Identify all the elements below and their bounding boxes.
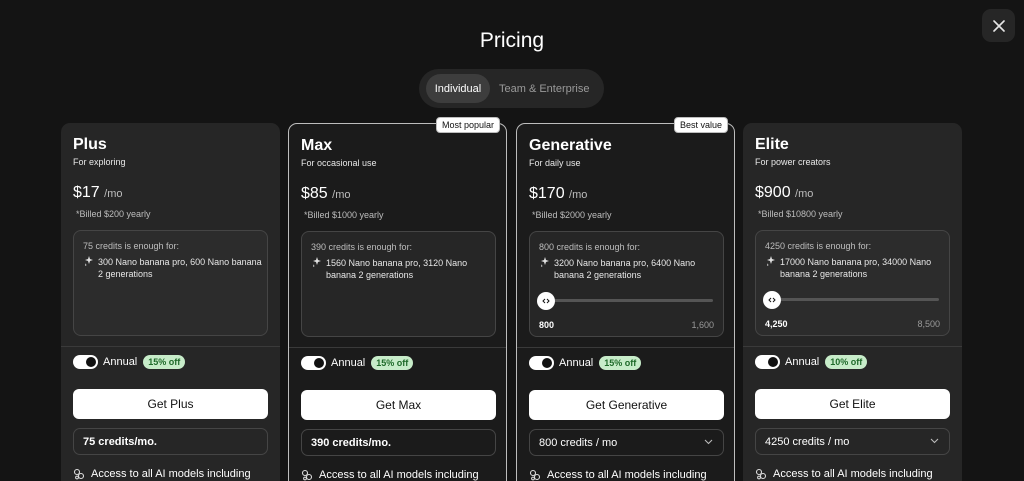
plan-name: Plus xyxy=(73,136,107,153)
models-icon xyxy=(529,469,541,481)
most-popular-badge: Most popular xyxy=(435,117,500,133)
drag-arrows-icon xyxy=(542,298,550,304)
sparkle-icon xyxy=(767,256,775,266)
credits-slider-track[interactable] xyxy=(773,298,939,301)
credits-text: 3200 Nano banana pro, 6400 Nano banana 2… xyxy=(554,258,696,280)
access-text: Access to all AI models including xyxy=(547,469,707,481)
annual-toggle[interactable] xyxy=(73,355,98,369)
discount-badge: 15% off xyxy=(599,356,642,370)
plan-name: Max xyxy=(301,137,333,154)
models-icon xyxy=(755,468,767,480)
billed-note: *Billed $1000 yearly xyxy=(304,210,384,220)
discount-badge: 10% off xyxy=(825,355,868,369)
plan-price: $17 /mo xyxy=(73,184,123,201)
models-icon xyxy=(73,468,85,480)
plan-card-plus: Plus For exploring $17 /mo *Billed $200 … xyxy=(61,123,280,481)
billed-note: *Billed $10800 yearly xyxy=(758,209,843,219)
annual-label: Annual xyxy=(331,357,366,369)
sparkle-icon xyxy=(85,256,93,266)
billed-note: *Billed $2000 yearly xyxy=(532,210,612,220)
annual-label: Annual xyxy=(103,356,138,368)
get-elite-button[interactable]: Get Elite xyxy=(755,389,950,419)
divider xyxy=(743,346,962,347)
credits-text: 1560 Nano banana pro, 3120 Nano banana 2… xyxy=(326,258,468,280)
annual-toggle[interactable] xyxy=(755,355,780,369)
credits-dropdown[interactable]: 800 credits / mo xyxy=(529,429,724,456)
get-max-button[interactable]: Get Max xyxy=(301,390,496,420)
divider xyxy=(61,346,280,347)
plan-subtitle: For occasional use xyxy=(301,158,377,168)
drag-arrows-icon xyxy=(768,297,776,303)
access-text: Access to all AI models including xyxy=(319,469,479,481)
annual-row: Annual 15% off xyxy=(529,355,642,371)
credits-title: 4250 credits is enough for: xyxy=(765,241,872,251)
access-row: Access to all AI models including xyxy=(529,469,707,481)
plan-name: Elite xyxy=(755,136,789,153)
plan-card-elite: Elite For power creators $900 /mo *Bille… xyxy=(743,123,962,481)
annual-row: Annual 15% off xyxy=(301,355,414,371)
access-row: Access to all AI models including xyxy=(301,469,479,481)
credits-dropdown-value: 4250 credits / mo xyxy=(765,435,850,448)
annual-toggle[interactable] xyxy=(301,356,326,370)
discount-badge: 15% off xyxy=(371,356,414,370)
plan-card-generative: Best value Generative For daily use $170… xyxy=(516,117,735,481)
annual-row: Annual 10% off xyxy=(755,354,868,370)
annual-toggle[interactable] xyxy=(529,356,554,370)
annual-row: Annual 15% off xyxy=(73,354,186,370)
credits-info-box: 390 credits is enough for: 1560 Nano ban… xyxy=(301,231,496,337)
credits-slider-handle[interactable] xyxy=(763,291,781,309)
access-text: Access to all AI models including xyxy=(773,468,933,480)
chevron-down-icon xyxy=(704,439,713,445)
models-icon xyxy=(301,469,313,481)
credits-info-box: 75 credits is enough for: 300 Nano banan… xyxy=(73,230,268,336)
page-title: Pricing xyxy=(479,29,545,52)
credits-text: 300 Nano banana pro, 600 Nano banana 2 g… xyxy=(98,257,262,279)
discount-badge: 15% off xyxy=(143,355,186,369)
slider-max: 1,600 xyxy=(691,320,714,330)
billed-note: *Billed $200 yearly xyxy=(76,209,151,219)
annual-label: Annual xyxy=(559,357,594,369)
plan-price: $85 /mo xyxy=(301,185,351,202)
credits-per-month: 390 credits/mo. xyxy=(301,429,496,456)
plan-type-toggle: Individual Team & Enterprise xyxy=(419,69,604,108)
credits-title: 800 credits is enough for: xyxy=(539,242,641,252)
slider-min: 4,250 xyxy=(765,319,788,329)
slider-max: 8,500 xyxy=(917,319,940,329)
sparkle-icon xyxy=(313,257,321,267)
chevron-down-icon xyxy=(930,438,939,444)
plan-price: $900 /mo xyxy=(755,184,814,201)
plan-subtitle: For power creators xyxy=(755,157,831,167)
plan-name: Generative xyxy=(529,137,612,154)
credits-dropdown[interactable]: 4250 credits / mo xyxy=(755,428,950,455)
access-text: Access to all AI models including xyxy=(91,468,251,480)
plan-price: $170 /mo xyxy=(529,185,588,202)
annual-label: Annual xyxy=(785,356,820,368)
credits-title: 75 credits is enough for: xyxy=(83,241,180,251)
tab-team-enterprise[interactable]: Team & Enterprise xyxy=(490,74,589,103)
get-generative-button[interactable]: Get Generative xyxy=(529,390,724,420)
plan-subtitle: For exploring xyxy=(73,157,126,167)
divider xyxy=(517,347,734,348)
access-row: Access to all AI models including xyxy=(73,468,251,480)
credits-per-month: 75 credits/mo. xyxy=(73,428,268,455)
credits-slider-handle[interactable] xyxy=(537,292,555,310)
credits-dropdown-value: 800 credits / mo xyxy=(539,436,618,449)
credits-slider-track[interactable] xyxy=(547,299,713,302)
credits-title: 390 credits is enough for: xyxy=(311,242,413,252)
credits-info-box: 4250 credits is enough for: 17000 Nano b… xyxy=(755,230,950,336)
best-value-badge: Best value xyxy=(673,117,728,133)
slider-min: 800 xyxy=(539,320,555,330)
credits-info-box: 800 credits is enough for: 3200 Nano ban… xyxy=(529,231,724,337)
tab-individual[interactable]: Individual xyxy=(426,74,490,103)
plan-subtitle: For daily use xyxy=(529,158,581,168)
credits-text: 17000 Nano banana pro, 34000 Nano banana… xyxy=(780,257,932,279)
divider xyxy=(289,347,506,348)
get-plus-button[interactable]: Get Plus xyxy=(73,389,268,419)
access-row: Access to all AI models including xyxy=(755,468,933,480)
plan-card-max: Most popular Max For occasional use $85 … xyxy=(288,117,507,481)
sparkle-icon xyxy=(541,257,549,267)
